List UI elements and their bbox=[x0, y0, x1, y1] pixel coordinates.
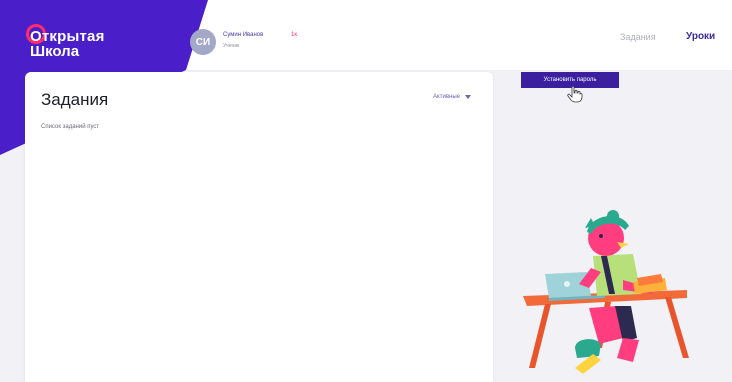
status-filter-label: Активные bbox=[433, 94, 460, 100]
status-filter-dropdown[interactable]: Активные bbox=[433, 94, 471, 100]
user-name: Сумин Иванов bbox=[223, 32, 264, 38]
nav-lessons-link[interactable]: Уроки bbox=[686, 31, 715, 42]
hand-cursor-icon bbox=[567, 85, 583, 103]
empty-state-text: Список заданий пуст bbox=[41, 124, 100, 130]
avatar[interactable]: СИ bbox=[190, 29, 216, 55]
user-role: Ученик bbox=[223, 43, 240, 49]
page-title: Задания bbox=[41, 90, 109, 109]
nav-tasks-link[interactable]: Задания bbox=[620, 32, 656, 42]
tasks-card: Задания Активные Список заданий пуст bbox=[25, 72, 493, 382]
logo[interactable]: Открытая Школа bbox=[26, 24, 136, 68]
logo-text-line1: Открытая bbox=[30, 28, 105, 45]
logo-text-line2: Школа bbox=[30, 43, 80, 60]
student-at-desk-illustration bbox=[523, 210, 689, 374]
user-grade-badge: 1к bbox=[291, 32, 297, 38]
caret-down-icon bbox=[465, 95, 471, 99]
